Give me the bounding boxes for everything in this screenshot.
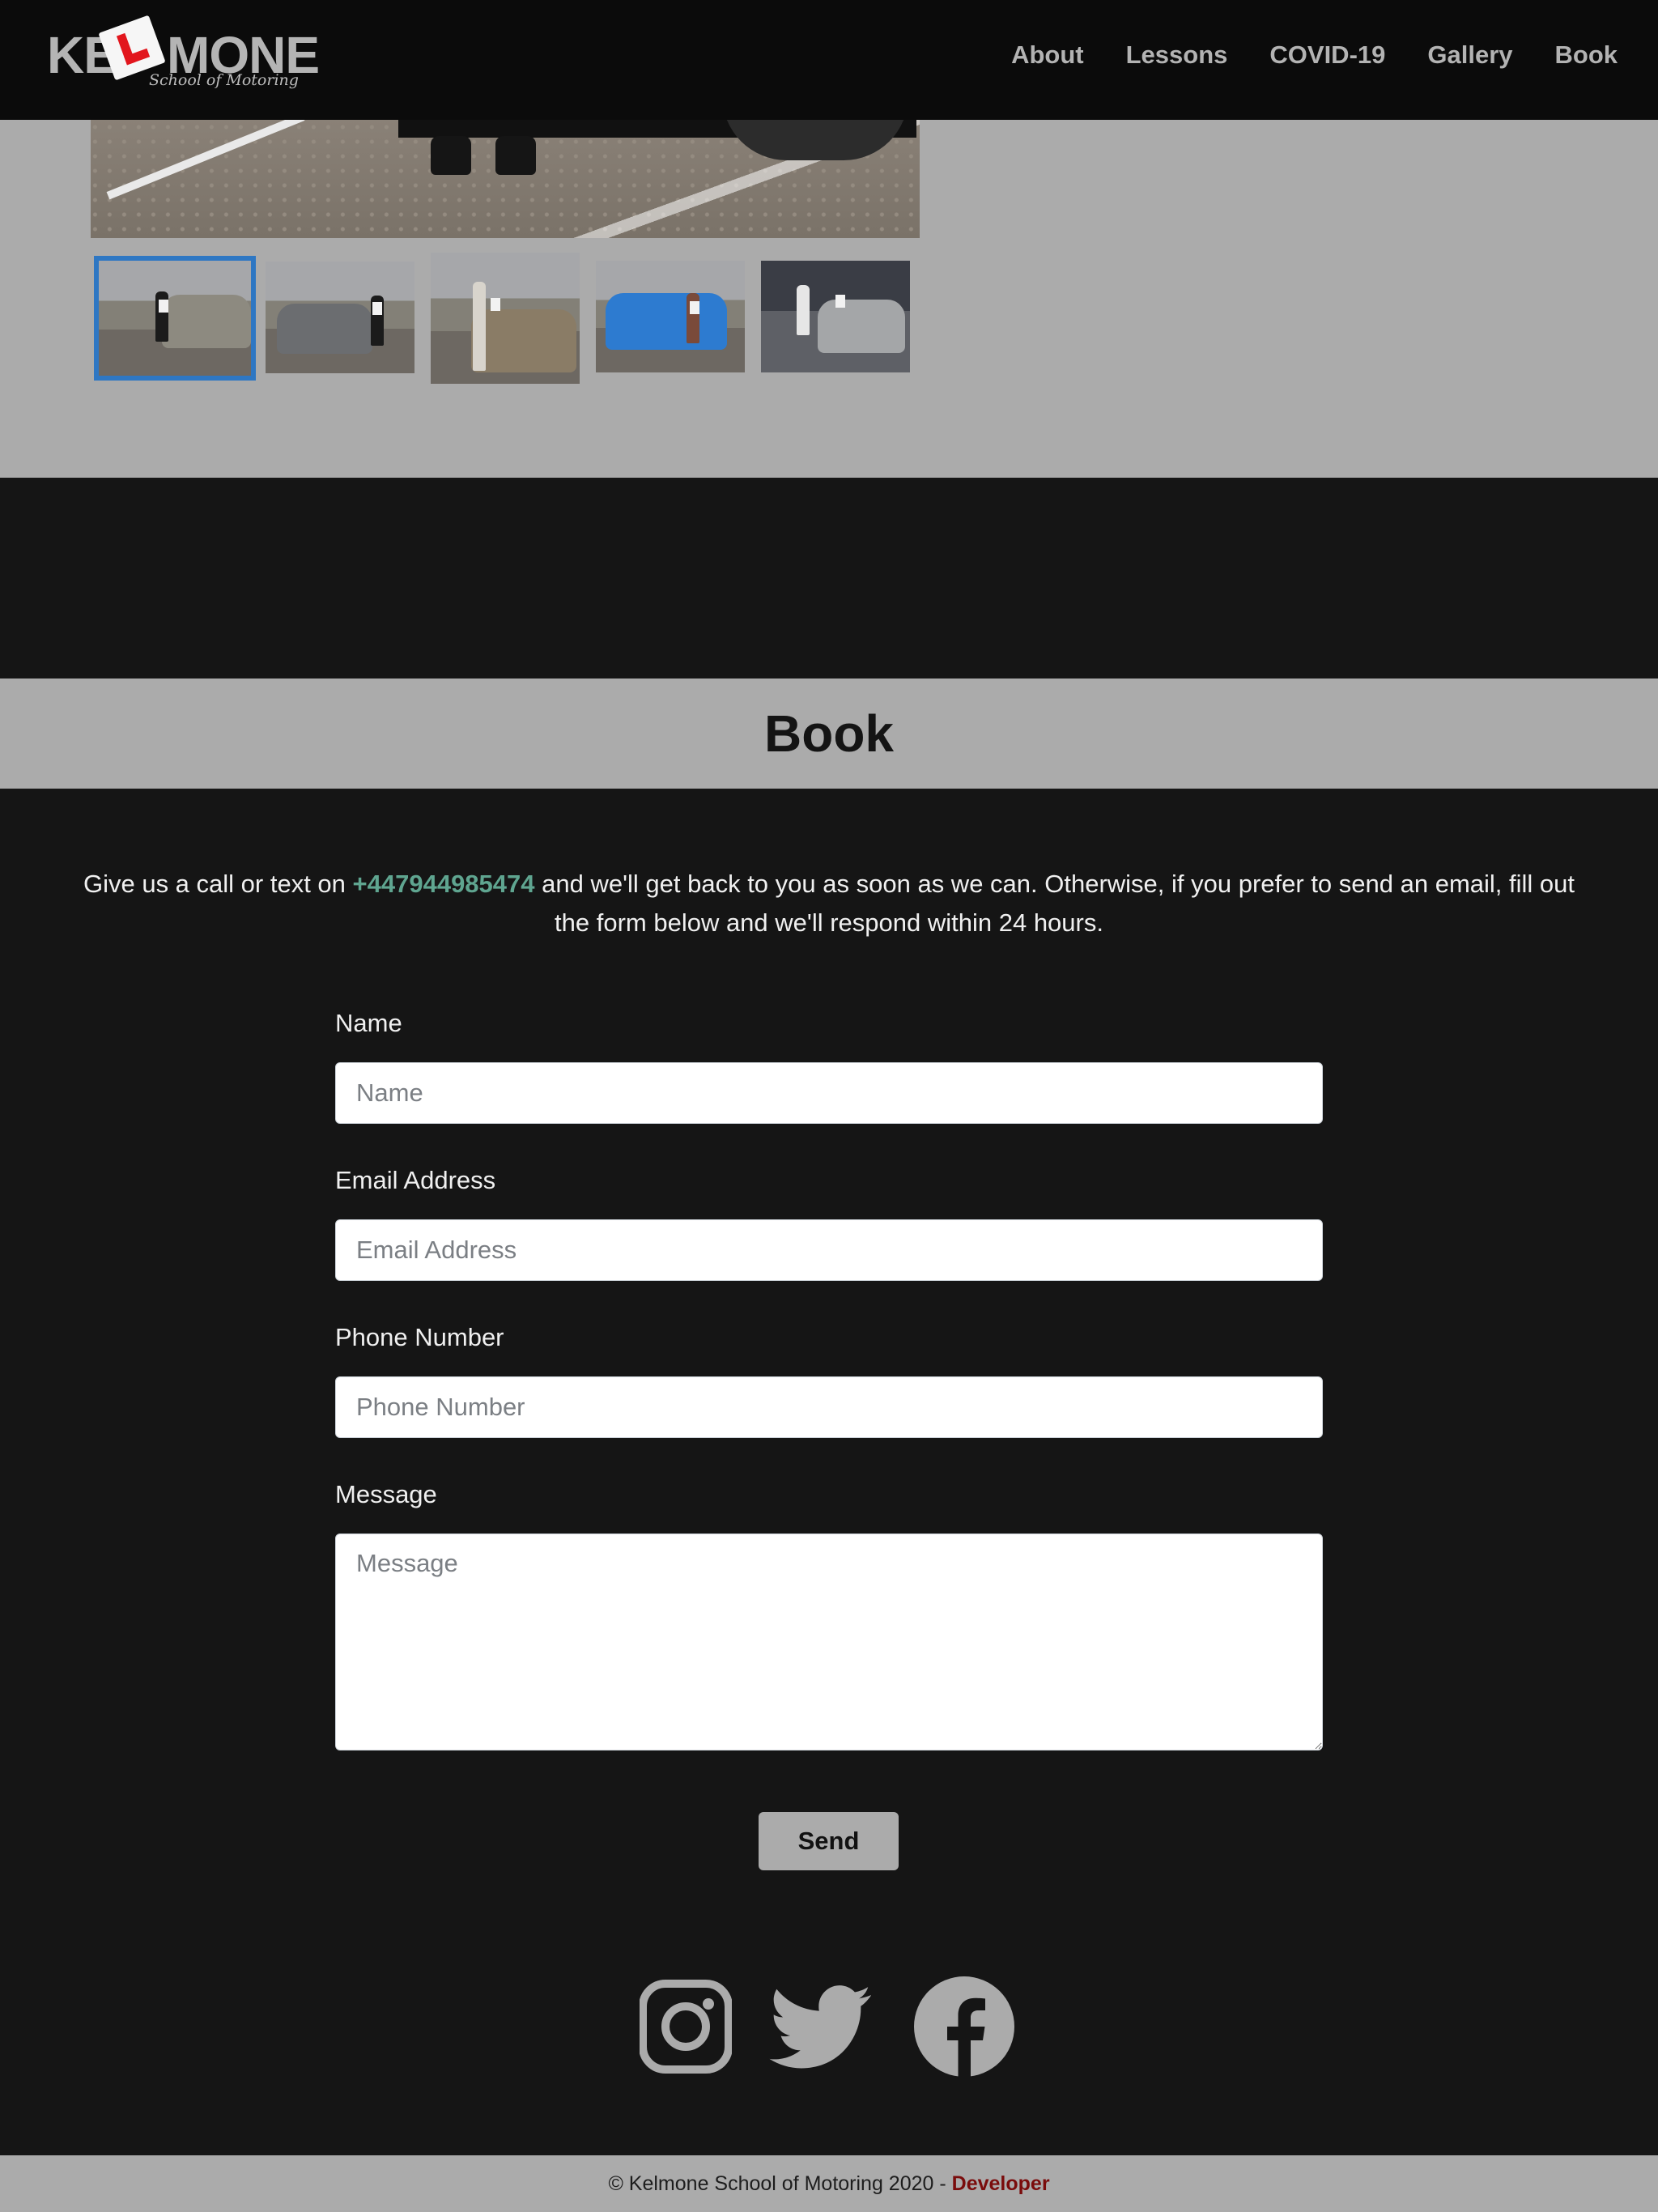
instagram-icon[interactable]	[639, 1976, 733, 2082]
copyright-text: © Kelmone School of Motoring 2020 -	[608, 2172, 952, 2195]
site-header: KE MONE School of Motoring About Lessons…	[0, 0, 1658, 120]
phone-link[interactable]: +447944985474	[353, 870, 535, 898]
main-nav: About Lessons COVID-19 Gallery Book	[1011, 40, 1618, 70]
phone-input[interactable]	[335, 1376, 1323, 1438]
intro-text-before: Give us a call or text on	[83, 870, 353, 898]
send-button[interactable]: Send	[759, 1812, 899, 1870]
social-links	[0, 1976, 1658, 2078]
name-input[interactable]	[335, 1062, 1323, 1124]
dark-spacer	[0, 478, 1658, 678]
gallery-thumbnail[interactable]	[266, 262, 414, 373]
message-textarea[interactable]	[335, 1534, 1323, 1750]
booking-form: Name Email Address Phone Number Message	[335, 1009, 1323, 1750]
book-heading-bar: Book	[0, 678, 1658, 789]
nav-covid-19[interactable]: COVID-19	[1269, 40, 1385, 70]
site-footer: © Kelmone School of Motoring 2020 - Deve…	[0, 2155, 1658, 2212]
email-label: Email Address	[335, 1166, 496, 1194]
developer-link[interactable]: Developer	[952, 2172, 1050, 2195]
facebook-icon[interactable]	[913, 1976, 1015, 2082]
message-label: Message	[335, 1480, 437, 1508]
book-intro: Give us a call or text on +447944985474 …	[81, 865, 1577, 942]
nav-about[interactable]: About	[1011, 40, 1084, 70]
gallery-thumbnail[interactable]	[596, 261, 745, 372]
email-input[interactable]	[335, 1219, 1323, 1281]
gallery-thumbnail[interactable]	[94, 256, 256, 381]
nav-book[interactable]: Book	[1555, 40, 1618, 70]
nav-lessons[interactable]: Lessons	[1126, 40, 1228, 70]
site-logo[interactable]: KE MONE School of Motoring	[45, 15, 320, 100]
gallery-thumbnails	[94, 253, 920, 385]
gallery-section	[0, 120, 1658, 478]
phone-label: Phone Number	[335, 1323, 504, 1351]
twitter-icon[interactable]	[769, 1976, 874, 2082]
intro-text-after: and we'll get back to you as soon as we …	[534, 870, 1575, 937]
gallery-thumbnail[interactable]	[431, 253, 580, 384]
book-title: Book	[764, 704, 894, 763]
logo-tagline: School of Motoring	[149, 71, 299, 89]
nav-gallery[interactable]: Gallery	[1427, 40, 1512, 70]
gallery-main-photo	[91, 120, 920, 238]
gallery-thumbnail[interactable]	[761, 261, 910, 372]
name-label: Name	[335, 1009, 402, 1037]
